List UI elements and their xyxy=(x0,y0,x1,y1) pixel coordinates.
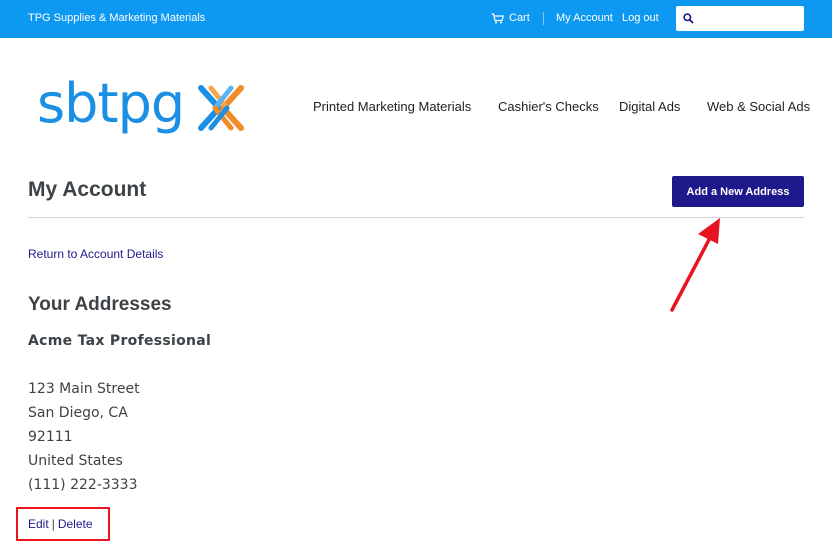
add-new-address-button[interactable]: Add a New Address xyxy=(672,176,804,207)
cart-label: Cart xyxy=(509,12,530,24)
return-to-account-details-link[interactable]: Return to Account Details xyxy=(28,247,163,261)
address-zip: 92111 xyxy=(28,429,73,445)
nav-web-social-ads[interactable]: Web & Social Ads xyxy=(707,99,810,114)
address-country: United States xyxy=(28,453,123,469)
cart-icon xyxy=(491,12,504,23)
actions-divider: | xyxy=(51,517,55,531)
my-account-link[interactable]: My Account xyxy=(556,12,613,24)
your-addresses-heading: Your Addresses xyxy=(28,294,172,315)
logo-x-mark-icon xyxy=(198,85,244,131)
address-name: Acme Tax Professional xyxy=(28,333,212,349)
nav-cashiers-checks[interactable]: Cashier's Checks xyxy=(498,99,599,114)
delete-address-link[interactable]: Delete xyxy=(58,517,93,531)
edit-address-link[interactable]: Edit xyxy=(28,517,49,531)
address-street: 123 Main Street xyxy=(28,381,140,397)
nav-printed-marketing-materials[interactable]: Printed Marketing Materials xyxy=(313,99,471,114)
logout-link[interactable]: Log out xyxy=(622,12,659,24)
top-bar: TPG Supplies & Marketing Materials Cart … xyxy=(0,0,832,38)
address-actions: Edit | Delete xyxy=(28,517,93,531)
address-phone: (111) 222-3333 xyxy=(28,477,138,493)
search-input[interactable] xyxy=(698,9,802,29)
cart-link[interactable]: Cart xyxy=(491,12,530,24)
search-box[interactable] xyxy=(676,6,804,31)
logo-wordmark: sbtpg xyxy=(37,72,185,135)
search-icon[interactable] xyxy=(683,13,694,24)
store-name: TPG Supplies & Marketing Materials xyxy=(28,12,206,24)
page-title: My Account xyxy=(28,178,147,201)
topbar-divider xyxy=(543,12,544,25)
nav-digital-ads[interactable]: Digital Ads xyxy=(619,99,680,114)
annotation-arrow-icon xyxy=(670,218,720,312)
address-city-state: San Diego, CA xyxy=(28,405,128,421)
